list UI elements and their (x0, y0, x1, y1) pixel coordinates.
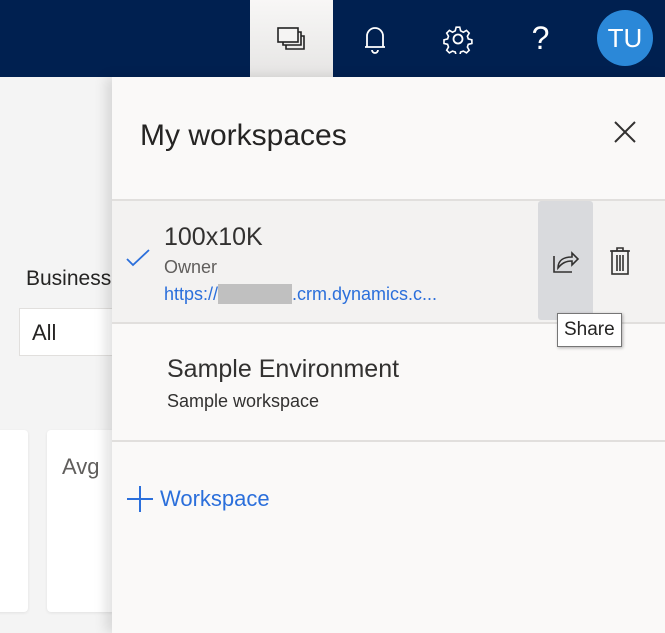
panel-title: My workspaces (140, 119, 347, 152)
redacted-mask (218, 284, 293, 304)
card-label: Avg (62, 454, 100, 479)
workspace-name: Sample Environment (167, 355, 400, 383)
filter-value: All (32, 320, 57, 345)
avatar-initials: TU (607, 22, 643, 53)
workspace-name: 100x10K (164, 223, 263, 251)
business-filter-label: Business (26, 267, 112, 290)
workspace-url[interactable]: https:// .crm.dynamics.c... (164, 284, 437, 305)
add-workspace-button[interactable]: Workspace (126, 485, 270, 513)
bell-icon (364, 26, 385, 54)
checkmark-icon (126, 249, 150, 267)
close-icon[interactable] (612, 119, 638, 145)
workspaces-panel: My workspaces 100x10K Owner https:// .crm… (112, 77, 665, 633)
url-prefix: https:// (164, 284, 219, 304)
url-suffix: .crm.dynamics.c... (292, 284, 438, 304)
workspaces-button[interactable] (250, 0, 333, 77)
workspace-role: Owner (164, 257, 218, 277)
trash-icon (610, 247, 630, 275)
gear-icon (442, 25, 473, 54)
share-tooltip: Share (557, 313, 622, 347)
notifications-button[interactable] (333, 0, 416, 77)
help-button[interactable]: ? (499, 0, 582, 77)
avatar[interactable]: TU (597, 10, 653, 66)
share-button[interactable] (538, 201, 593, 320)
dashboard-card (0, 430, 28, 612)
share-icon (552, 250, 579, 273)
plus-icon (127, 486, 153, 512)
divider (112, 440, 665, 442)
delete-button[interactable] (602, 241, 638, 281)
top-bar: ? TU (0, 0, 665, 77)
settings-button[interactable] (416, 0, 499, 77)
add-workspace-label: Workspace (160, 486, 270, 511)
help-icon: ? (531, 20, 550, 56)
workspaces-icon (276, 26, 305, 50)
workspace-item-selected[interactable]: 100x10K Owner https:// .crm.dynamics.c... (112, 201, 665, 322)
workspace-subtitle: Sample workspace (167, 391, 320, 411)
